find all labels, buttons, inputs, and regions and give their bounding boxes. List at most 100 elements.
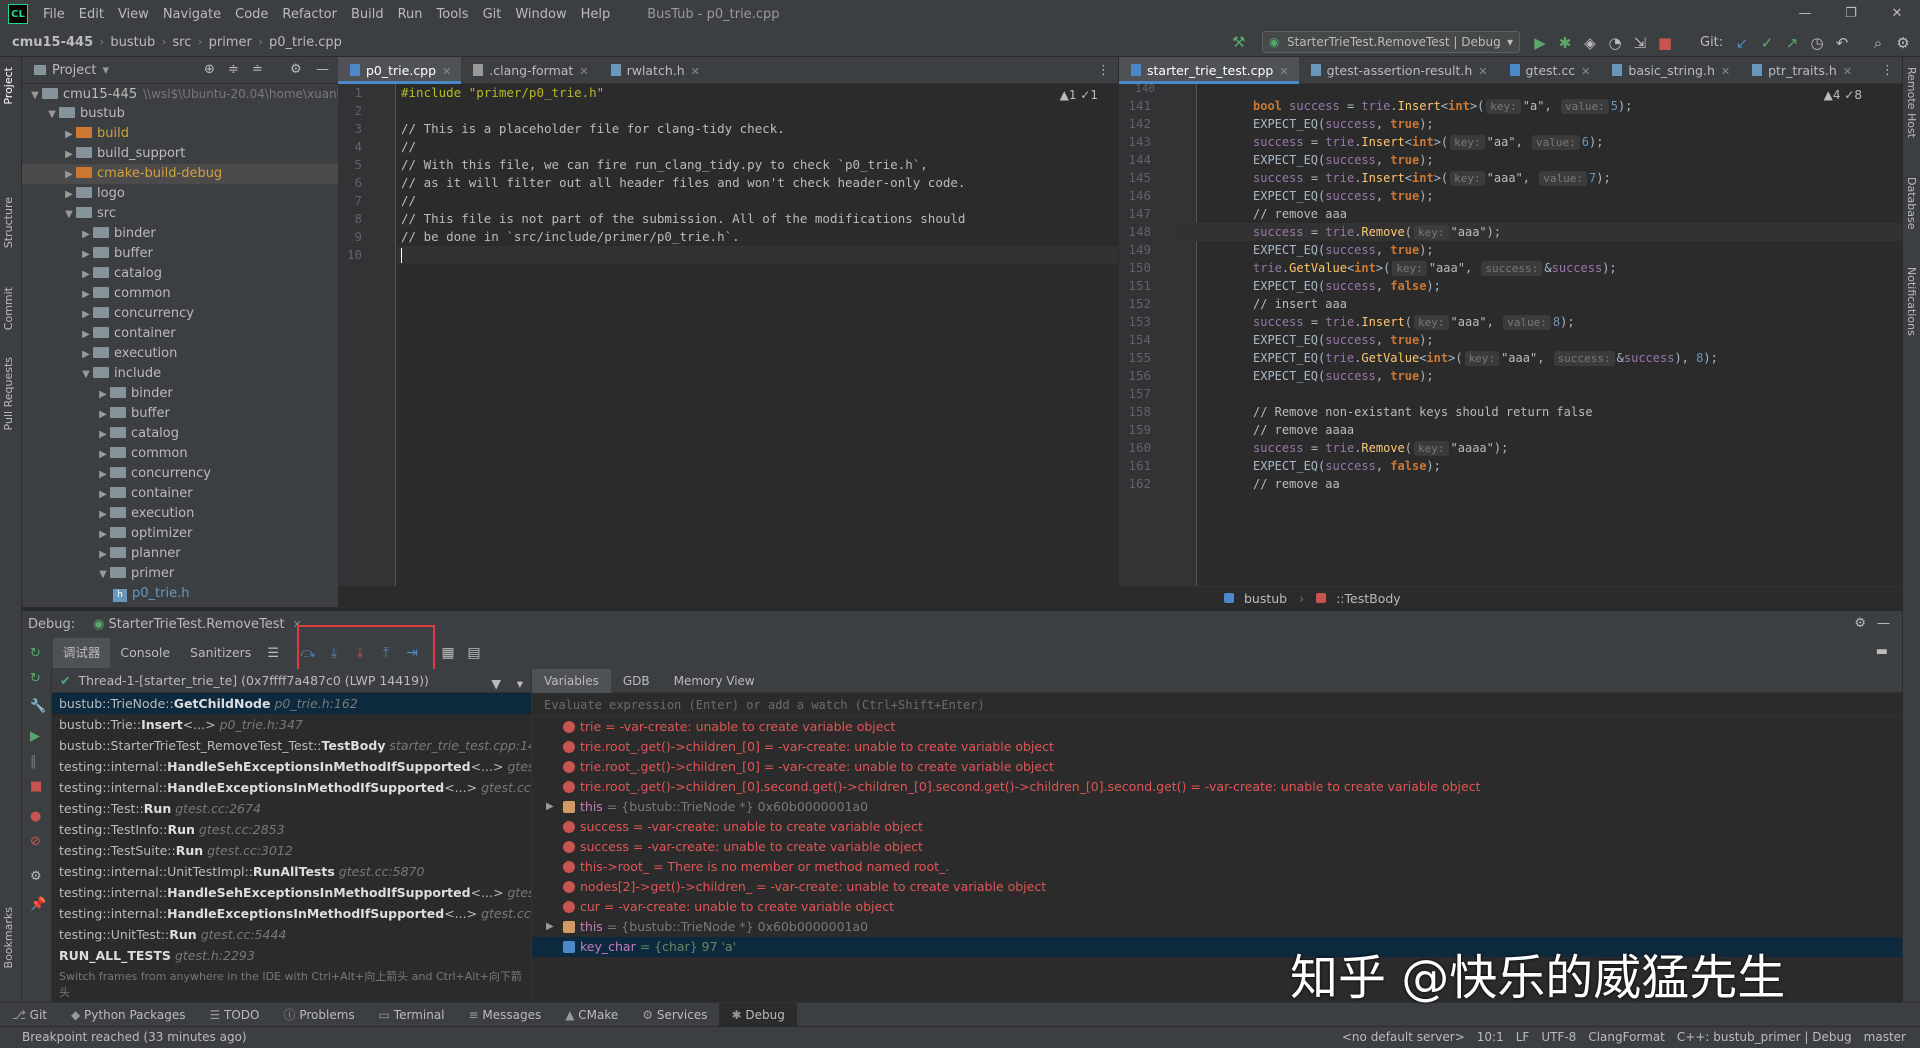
run-configuration-select[interactable]: ◉ StarterTrieTest.RemoveTest | Debug <box>1262 31 1520 53</box>
filter-icon[interactable]: ▼ <box>491 672 501 696</box>
stack-frame[interactable]: RUN_ALL_TESTS gtest.h:2293 <box>52 945 531 966</box>
tree-item[interactable]: ▶ planner <box>22 544 338 564</box>
wrench-icon[interactable]: 🔧 <box>30 699 46 714</box>
tree-item[interactable]: ▼ cmu15-445 \\wsl$\Ubuntu-20.04\home\xuank <box>22 84 343 104</box>
chevron-down-icon[interactable]: ▼ <box>96 565 110 585</box>
menu-help[interactable]: Help <box>574 7 618 22</box>
code-line[interactable]: success = trie.Remove(key: "aaa"); <box>1253 223 1501 241</box>
tool-window-git[interactable]: ⎇ Git <box>0 1003 59 1027</box>
tab-console[interactable]: Console <box>110 638 180 668</box>
gear-icon[interactable]: ⚙ <box>290 62 302 77</box>
status-item[interactable]: UTF-8 <box>1541 1030 1576 1044</box>
restore-icon[interactable]: ❐ <box>1828 0 1874 28</box>
editor-right[interactable]: 140 ▲4 ✓8 141 bool success = trie.Insert<… <box>1118 82 1903 586</box>
status-item[interactable]: 10:1 <box>1477 1030 1504 1044</box>
menu-view[interactable]: View <box>111 7 156 22</box>
close-tab-icon[interactable]: ✕ <box>1721 65 1730 78</box>
stack-frame[interactable]: testing::internal::HandleSehExceptionsIn… <box>52 882 531 903</box>
chevron-right-icon[interactable]: ▶ <box>79 285 93 305</box>
tree-item[interactable]: ▶ optimizer <box>22 524 338 544</box>
stack-frame[interactable]: bustub::StarterTrieTest_RemoveTest_Test:… <box>52 735 531 756</box>
layout-menu-icon[interactable]: ☰ <box>267 646 279 661</box>
debug-session-tab[interactable]: StarterTrieTest.RemoveTest <box>108 617 284 632</box>
tool-tab-pull-requests[interactable]: Pull Requests <box>2 357 15 430</box>
tool-window-cmake[interactable]: ▲ CMake <box>553 1003 630 1027</box>
stop-debug-icon[interactable]: ■ <box>30 779 42 794</box>
tree-item[interactable]: ▶ common <box>22 444 338 464</box>
chevron-right-icon[interactable]: ▶ <box>79 325 93 345</box>
tool-tab-commit[interactable]: Commit <box>2 287 15 330</box>
status-item[interactable]: C++: bustub_primer | Debug <box>1677 1030 1852 1044</box>
resume-icon[interactable]: ▶ <box>30 729 40 744</box>
chevron-right-icon[interactable]: ▶ <box>96 385 110 405</box>
build-icon[interactable]: ⚒ <box>1232 33 1245 51</box>
editor-tab[interactable]: ptr_traits.h ✕ <box>1740 57 1862 84</box>
mute-breakpoints-icon[interactable]: ⊘ <box>30 834 41 849</box>
close-tab-icon[interactable]: ✕ <box>1843 65 1852 78</box>
code-line[interactable]: bool success = trie.Insert<int>(key: "a",… <box>1253 97 1632 115</box>
variable-error-row[interactable]: trie.root_.get()->children_[0].second.ge… <box>532 777 1902 797</box>
chevron-down-icon[interactable]: ▾ <box>102 63 109 78</box>
git-update-icon[interactable]: ↙ <box>1732 34 1752 52</box>
menu-file[interactable]: File <box>36 7 72 22</box>
minimize-icon[interactable]: — <box>1782 0 1828 28</box>
tree-item[interactable]: ▶ cmake-build-debug <box>22 164 338 184</box>
menu-tools[interactable]: Tools <box>430 7 476 22</box>
code-line[interactable]: success = trie.Insert(key: "aaa", value: 8… <box>1253 313 1575 331</box>
tool-tab-project[interactable]: Project <box>2 67 15 105</box>
editor-tab[interactable]: gtest.cc ✕ <box>1498 57 1601 84</box>
code-line[interactable]: EXPECT_EQ(success, false); <box>1253 457 1441 475</box>
git-commit-icon[interactable]: ✓ <box>1757 34 1777 52</box>
menu-git[interactable]: Git <box>476 7 509 22</box>
tree-item[interactable]: ▼ primer <box>22 564 338 584</box>
variable-error-row[interactable]: success = -var-create: unable to create … <box>532 837 1902 857</box>
close-tab-icon[interactable]: ✕ <box>1581 65 1590 78</box>
menu-code[interactable]: Code <box>228 7 275 22</box>
tool-window-problems[interactable]: ⓘ Problems <box>272 1003 367 1027</box>
editor-tab[interactable]: p0_trie.cpp ✕ <box>338 57 462 84</box>
chevron-right-icon[interactable]: ▶ <box>62 165 76 185</box>
code-line[interactable]: EXPECT_EQ(success, true); <box>1253 241 1434 259</box>
menu-refactor[interactable]: Refactor <box>275 7 344 22</box>
stack-frame[interactable]: bustub::TrieNode::GetChildNode p0_trie.h:… <box>52 693 531 714</box>
tool-tab-notifications[interactable]: Notifications <box>1905 267 1918 336</box>
chevron-right-icon[interactable]: ▶ <box>79 345 93 365</box>
tree-item[interactable]: ▼ bustub <box>22 104 338 124</box>
tool-tab-bookmarks[interactable]: Bookmarks <box>2 907 15 968</box>
editor-left[interactable]: ▲1 ✓1 1 #include "primer/p0_trie.h" 2 3 // T… <box>338 84 1118 586</box>
code-line[interactable]: EXPECT_EQ(success, true); <box>1253 115 1434 133</box>
chevron-right-icon[interactable]: ▶ <box>79 225 93 245</box>
chevron-right-icon[interactable]: ▶ <box>96 405 110 425</box>
debug-settings-gear-icon[interactable]: ⚙ <box>30 869 42 884</box>
status-item[interactable]: LF <box>1516 1030 1530 1044</box>
editor-tab[interactable]: rwlatch.h ✕ <box>599 57 710 84</box>
code-line[interactable]: EXPECT_EQ(success, true); <box>1253 331 1434 349</box>
collapse-all-icon[interactable]: ≐ <box>252 62 263 77</box>
close-tab-icon[interactable]: ✕ <box>691 65 700 78</box>
tool-window-terminal[interactable]: ▭ Terminal <box>367 1003 457 1027</box>
settings-icon[interactable]: ⚙ <box>1893 34 1913 52</box>
variable-row[interactable]: ▶ this = {bustub::TrieNode *} 0x60b0000001… <box>532 917 1902 937</box>
status-item[interactable]: <no default server> <box>1342 1030 1465 1044</box>
stack-frame[interactable]: testing::UnitTest::Run gtest.cc:5444 <box>52 924 531 945</box>
stack-frame[interactable]: testing::internal::HandleExceptionsInMet… <box>52 777 531 798</box>
code-line[interactable]: // insert aaa <box>1253 295 1347 313</box>
variable-error-row[interactable]: trie.root_.get()->children_[0] = -var-cr… <box>532 757 1902 777</box>
debug-hide-icon[interactable]: — <box>1877 616 1890 631</box>
tab-sanitizers[interactable]: Sanitizers <box>180 638 261 668</box>
code-line[interactable]: // as it will filter out all header file… <box>401 174 965 192</box>
code-line[interactable]: // <box>401 192 416 210</box>
code-line[interactable]: // This is a placeholder file for clang-… <box>401 120 785 138</box>
tree-item[interactable]: ▶ catalog <box>22 424 338 444</box>
tree-item[interactable]: ▶ container <box>22 484 338 504</box>
code-line[interactable]: // remove aaa <box>1253 205 1347 223</box>
tree-item[interactable]: ▶ buffer <box>22 244 338 264</box>
code-line[interactable]: success = trie.Insert<int>(key: "aa", val… <box>1253 133 1603 151</box>
stack-frame[interactable]: bustub::Trie::Insert<...> p0_trie.h:347 <box>52 714 531 735</box>
tool-window-debug[interactable]: ✱ Debug <box>719 1002 797 1027</box>
code-line[interactable]: success = trie.Remove(key: "aaaa"); <box>1253 439 1508 457</box>
chevron-right-icon[interactable]: ▶ <box>79 245 93 265</box>
tree-item[interactable]: ▶ common <box>22 284 338 304</box>
code-line[interactable]: // Remove non-existant keys should retur… <box>1253 403 1593 421</box>
code-line[interactable]: success = trie.Insert<int>(key: "aaa", va… <box>1253 169 1611 187</box>
